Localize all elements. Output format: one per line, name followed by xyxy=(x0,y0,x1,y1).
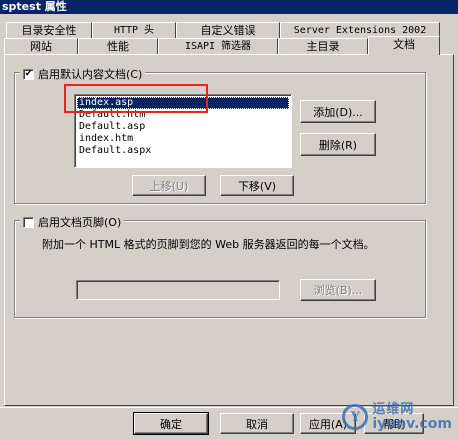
enable-default-document-checkbox[interactable]: ✔ xyxy=(23,68,34,80)
highlight-annotation xyxy=(64,84,208,113)
remove-button[interactable]: 删除(R) xyxy=(300,133,376,156)
watermark-cn: 运维网 xyxy=(372,402,415,417)
footer-description: 附加一个 HTML 格式的页脚到您的 Web 服务器返回的每一个文档。 xyxy=(42,238,375,251)
watermark-en: iyunv.com xyxy=(372,416,452,432)
add-button[interactable]: 添加(D)... xyxy=(300,100,376,123)
default-document-legend: ✔ 启用默认内容文档(C) xyxy=(20,66,146,82)
document-footer-legend: 启用文档页脚(O) xyxy=(20,214,125,230)
tab-isapi-filters[interactable]: ISAPI 筛选器 xyxy=(158,38,278,54)
tab-directory-security[interactable]: 目录安全性 xyxy=(6,22,92,38)
list-item[interactable]: index.htm xyxy=(77,133,289,145)
enable-footer-label[interactable]: 启用文档页脚(O) xyxy=(38,214,121,230)
tab-custom-errors[interactable]: 自定义错误 xyxy=(176,22,280,38)
window-title: sptest 属性 xyxy=(2,0,67,13)
browse-button[interactable]: 浏览(B)... xyxy=(300,279,376,301)
watermark-logo-icon: Y xyxy=(342,404,369,430)
list-item[interactable]: Default.asp xyxy=(77,121,289,133)
enable-default-document-label[interactable]: 启用默认内容文档(C) xyxy=(38,66,142,82)
document-footer-group xyxy=(14,220,426,318)
enable-footer-checkbox[interactable] xyxy=(23,216,34,228)
cancel-button[interactable]: 取消 xyxy=(220,413,294,434)
tab-website[interactable]: 网站 xyxy=(4,38,78,54)
tab-home-directory[interactable]: 主目录 xyxy=(278,38,368,54)
ok-button[interactable]: 确定 xyxy=(133,412,209,435)
tab-documents[interactable]: 文档 xyxy=(368,36,440,55)
title-bar: sptest 属性 xyxy=(0,0,458,14)
footer-path-field[interactable] xyxy=(76,280,280,300)
move-up-button[interactable]: 上移(U) xyxy=(132,175,206,196)
move-down-button[interactable]: 下移(V) xyxy=(220,175,294,196)
tab-http-headers[interactable]: HTTP 头 xyxy=(92,22,176,38)
tab-performance[interactable]: 性能 xyxy=(78,38,158,54)
list-item[interactable]: Default.aspx xyxy=(77,145,289,157)
watermark: Y 运维网 iyunv.com xyxy=(342,403,452,431)
